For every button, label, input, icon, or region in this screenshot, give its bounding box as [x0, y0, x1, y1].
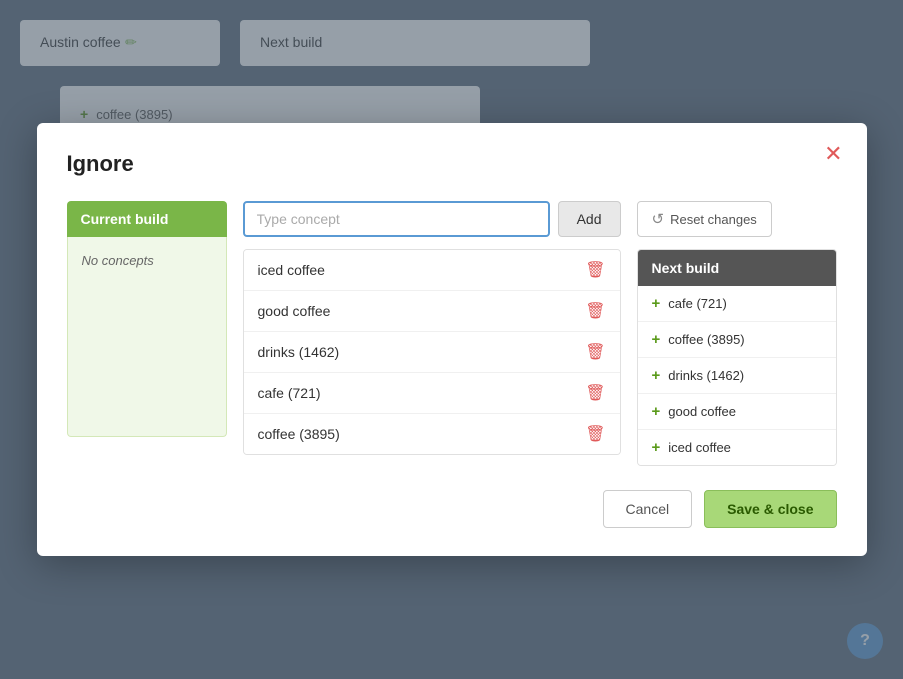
- nb-plus-icon: +: [652, 403, 661, 420]
- concept-item-label: good coffee: [258, 303, 331, 319]
- nb-plus-icon: +: [652, 367, 661, 384]
- modal-overlay: Ignore ✕ Current build No concepts Add i…: [0, 0, 903, 679]
- reset-button[interactable]: ↺ Reset changes: [637, 201, 772, 237]
- concept-input[interactable]: [243, 201, 550, 237]
- current-build-column: Current build No concepts: [67, 201, 227, 466]
- reset-button-label: Reset changes: [670, 212, 757, 227]
- nb-plus-icon: +: [652, 295, 661, 312]
- concept-item-label: coffee (3895): [258, 426, 340, 442]
- next-build-item-coffee: + coffee (3895): [638, 322, 836, 358]
- no-concepts-text: No concepts: [67, 237, 227, 437]
- reset-icon: ↺: [652, 210, 665, 228]
- ignore-modal: Ignore ✕ Current build No concepts Add i…: [37, 123, 867, 556]
- save-close-button[interactable]: Save & close: [704, 490, 836, 528]
- next-build-header: Next build: [638, 250, 836, 286]
- nb-item-label: drinks (1462): [668, 368, 744, 383]
- nb-item-label: cafe (721): [668, 296, 727, 311]
- delete-icon[interactable]: 🗑: [585, 260, 605, 280]
- modal-footer: Cancel Save & close: [67, 490, 837, 528]
- delete-icon[interactable]: 🗑: [585, 301, 605, 321]
- concept-middle-column: Add iced coffee 🗑 good coffee 🗑 drinks (…: [243, 201, 621, 466]
- next-build-panel: Next build + cafe (721) + coffee (3895) …: [637, 249, 837, 466]
- current-build-label: Current build: [67, 201, 227, 237]
- next-build-item-iced-coffee: + iced coffee: [638, 430, 836, 465]
- next-build-item-drinks: + drinks (1462): [638, 358, 836, 394]
- delete-icon[interactable]: 🗑: [585, 342, 605, 362]
- modal-title: Ignore: [67, 151, 837, 177]
- concept-item-label: iced coffee: [258, 262, 325, 278]
- concept-item-label: drinks (1462): [258, 344, 340, 360]
- nb-item-label: coffee (3895): [668, 332, 744, 347]
- next-build-item-good-coffee: + good coffee: [638, 394, 836, 430]
- nb-plus-icon: +: [652, 331, 661, 348]
- close-button[interactable]: ✕: [824, 143, 842, 165]
- concept-item-coffee: coffee (3895) 🗑: [244, 414, 620, 454]
- nb-item-label: good coffee: [668, 404, 736, 419]
- concept-item-good-coffee: good coffee 🗑: [244, 291, 620, 332]
- delete-icon[interactable]: 🗑: [585, 424, 605, 444]
- nb-item-label: iced coffee: [668, 440, 731, 455]
- delete-icon[interactable]: 🗑: [585, 383, 605, 403]
- concept-list: iced coffee 🗑 good coffee 🗑 drinks (1462…: [243, 249, 621, 455]
- concept-item-drinks: drinks (1462) 🗑: [244, 332, 620, 373]
- modal-body: Current build No concepts Add iced coffe…: [67, 201, 837, 466]
- next-build-item-cafe: + cafe (721): [638, 286, 836, 322]
- add-button[interactable]: Add: [558, 201, 621, 237]
- cancel-button[interactable]: Cancel: [603, 490, 693, 528]
- concept-item-cafe: cafe (721) 🗑: [244, 373, 620, 414]
- concept-item-label: cafe (721): [258, 385, 321, 401]
- right-column: ↺ Reset changes Next build + cafe (721) …: [637, 201, 837, 466]
- nb-plus-icon: +: [652, 439, 661, 456]
- concept-item-iced-coffee: iced coffee 🗑: [244, 250, 620, 291]
- input-row: Add: [243, 201, 621, 237]
